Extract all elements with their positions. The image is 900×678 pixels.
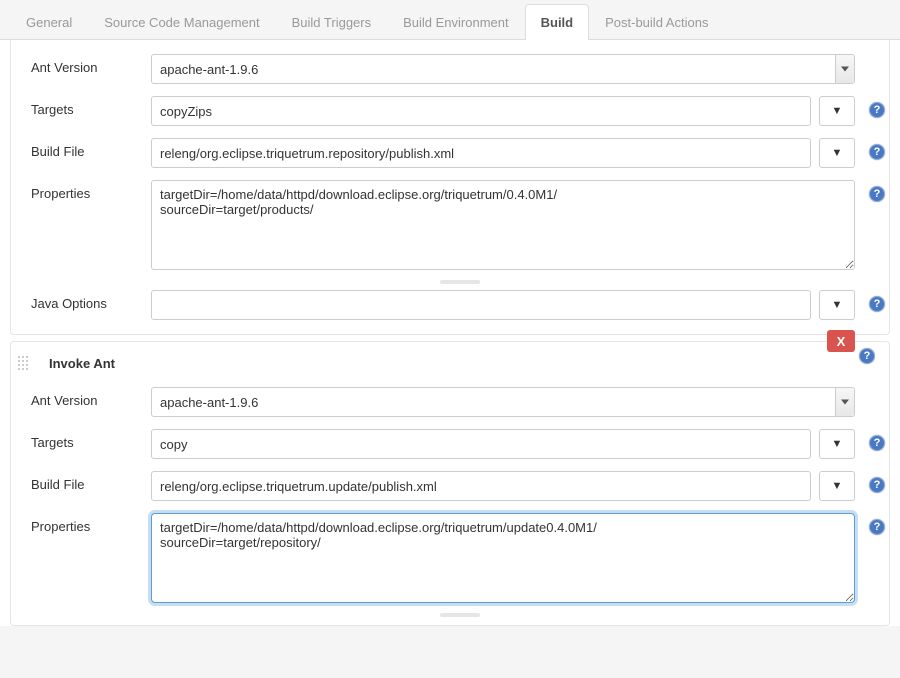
content-area: Ant Version apache-ant-1.9.6 Targets ▼ ?… bbox=[0, 40, 900, 626]
dropdown-icon bbox=[841, 400, 849, 405]
drag-bar[interactable] bbox=[440, 280, 480, 284]
dropdown-icon: ▼ bbox=[832, 105, 843, 117]
label-targets-2: Targets bbox=[31, 429, 151, 450]
label-properties-2: Properties bbox=[31, 513, 151, 534]
label-build-file-2: Build File bbox=[31, 471, 151, 492]
help-icon[interactable]: ? bbox=[869, 296, 885, 312]
targets-advanced-button-2[interactable]: ▼ bbox=[819, 429, 855, 459]
help-icon[interactable]: ? bbox=[869, 519, 885, 535]
row-properties-1: Properties ? bbox=[31, 174, 889, 276]
java-options-input-1[interactable] bbox=[151, 290, 811, 320]
tab-general[interactable]: General bbox=[10, 4, 88, 40]
dropdown-icon: ▼ bbox=[832, 438, 843, 450]
java-options-advanced-button-1[interactable]: ▼ bbox=[819, 290, 855, 320]
dropdown-icon: ▼ bbox=[832, 147, 843, 159]
delete-step-button[interactable]: X bbox=[827, 330, 855, 352]
ant-version-value-2: apache-ant-1.9.6 bbox=[160, 395, 258, 410]
targets-advanced-button-1[interactable]: ▼ bbox=[819, 96, 855, 126]
build-file-input-2[interactable] bbox=[151, 471, 811, 501]
build-step-section-2: X ? Invoke Ant Ant Version apache-ant-1.… bbox=[10, 341, 890, 626]
dropdown-icon bbox=[841, 67, 849, 72]
help-icon[interactable]: ? bbox=[869, 435, 885, 451]
section-title-text: Invoke Ant bbox=[49, 356, 115, 371]
row-targets-2: Targets ▼ ? bbox=[31, 423, 889, 465]
row-build-file-1: Build File ▼ ? bbox=[31, 132, 889, 174]
help-icon[interactable]: ? bbox=[869, 144, 885, 160]
properties-textarea-1[interactable] bbox=[151, 180, 855, 270]
row-ant-version-2: Ant Version apache-ant-1.9.6 bbox=[31, 381, 889, 423]
build-file-advanced-button-2[interactable]: ▼ bbox=[819, 471, 855, 501]
tab-build[interactable]: Build bbox=[525, 4, 590, 40]
dropdown-icon: ▼ bbox=[832, 299, 843, 311]
drag-handle-icon[interactable] bbox=[17, 355, 29, 371]
targets-input-2[interactable] bbox=[151, 429, 811, 459]
tab-build-triggers[interactable]: Build Triggers bbox=[276, 4, 387, 40]
label-ant-version-1: Ant Version bbox=[31, 54, 151, 75]
build-file-input-1[interactable] bbox=[151, 138, 811, 168]
row-ant-version-1: Ant Version apache-ant-1.9.6 bbox=[31, 48, 889, 90]
help-icon[interactable]: ? bbox=[869, 102, 885, 118]
ant-version-value-1: apache-ant-1.9.6 bbox=[160, 62, 258, 77]
row-build-file-2: Build File ▼ ? bbox=[31, 465, 889, 507]
tab-post-build-actions[interactable]: Post-build Actions bbox=[589, 4, 724, 40]
dropdown-icon: ▼ bbox=[832, 480, 843, 492]
drag-bar[interactable] bbox=[440, 613, 480, 617]
properties-textarea-2[interactable] bbox=[151, 513, 855, 603]
help-icon[interactable]: ? bbox=[869, 186, 885, 202]
ant-version-select-1[interactable]: apache-ant-1.9.6 bbox=[151, 54, 855, 84]
build-file-advanced-button-1[interactable]: ▼ bbox=[819, 138, 855, 168]
row-java-options-1: Java Options ▼ ? bbox=[31, 284, 889, 326]
section-title-invoke-ant: Invoke Ant bbox=[31, 350, 889, 381]
label-properties-1: Properties bbox=[31, 180, 151, 201]
ant-version-select-2[interactable]: apache-ant-1.9.6 bbox=[151, 387, 855, 417]
help-icon[interactable]: ? bbox=[869, 477, 885, 493]
tabs-bar: General Source Code Management Build Tri… bbox=[0, 0, 900, 40]
label-ant-version-2: Ant Version bbox=[31, 387, 151, 408]
tab-scm[interactable]: Source Code Management bbox=[88, 4, 275, 40]
row-targets-1: Targets ▼ ? bbox=[31, 90, 889, 132]
targets-input-1[interactable] bbox=[151, 96, 811, 126]
row-properties-2: Properties ? bbox=[31, 507, 889, 609]
label-java-options-1: Java Options bbox=[31, 290, 151, 311]
build-step-section-1: Ant Version apache-ant-1.9.6 Targets ▼ ?… bbox=[10, 40, 890, 335]
label-build-file-1: Build File bbox=[31, 138, 151, 159]
label-targets-1: Targets bbox=[31, 96, 151, 117]
tab-build-environment[interactable]: Build Environment bbox=[387, 4, 525, 40]
